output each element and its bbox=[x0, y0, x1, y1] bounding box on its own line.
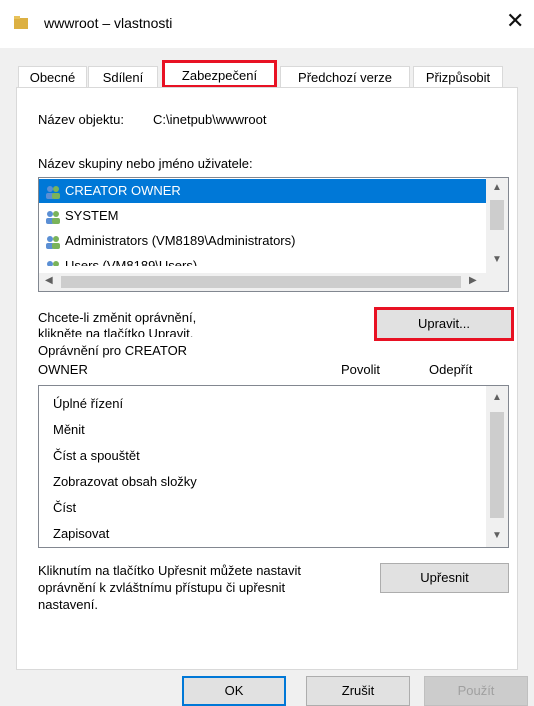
close-icon[interactable]: ✕ bbox=[506, 10, 524, 32]
advanced-hint-line2: oprávnění k zvláštnímu přístupu či upřes… bbox=[38, 580, 286, 595]
scroll-left-icon[interactable]: ◀ bbox=[45, 275, 53, 286]
tab-security[interactable]: Zabezpečení bbox=[162, 60, 277, 88]
list-item[interactable]: CREATOR OWNER bbox=[39, 179, 486, 203]
group-name: CREATOR OWNER bbox=[65, 183, 181, 198]
edit-hint-line2: klikněte na tlačítko Upravit. bbox=[38, 326, 194, 337]
permission-row: Měnit bbox=[53, 422, 85, 437]
deny-column-header: Odepřít bbox=[429, 362, 473, 377]
group-name: Administrators (VM8189\Administrators) bbox=[65, 233, 296, 248]
advanced-hint-line1: Kliknutím na tlačítko Upřesnit můžete na… bbox=[38, 563, 302, 578]
ok-button[interactable]: OK bbox=[182, 676, 286, 706]
edit-hint-line1: Chcete-li změnit oprávnění, bbox=[38, 310, 197, 325]
allow-column-header: Povolit bbox=[341, 362, 381, 377]
vertical-scrollbar[interactable]: ▲ ▼ bbox=[486, 386, 508, 547]
object-name-value: C:\inetpub\wwwroot bbox=[153, 112, 267, 127]
users-icon bbox=[47, 260, 59, 266]
group-name: Users (VM8189\Users) bbox=[65, 258, 198, 266]
tab-general[interactable]: Obecné bbox=[18, 66, 87, 88]
tab-previous-versions[interactable]: Předchozí verze bbox=[280, 66, 410, 88]
edit-button[interactable]: Upravit... bbox=[374, 307, 514, 341]
advanced-button[interactable]: Upřesnit bbox=[380, 563, 509, 593]
scroll-thumb[interactable] bbox=[490, 200, 504, 230]
users-icon bbox=[46, 185, 60, 199]
horizontal-scrollbar[interactable]: ◀ ▶ bbox=[39, 273, 508, 291]
scroll-thumb[interactable] bbox=[61, 276, 461, 288]
permission-row: Zobrazovat obsah složky bbox=[53, 474, 197, 489]
permissions-label-line1: Oprávnění pro CREATOR bbox=[38, 343, 188, 358]
users-icon bbox=[46, 235, 60, 249]
vertical-scrollbar[interactable]: ▲ ▼ bbox=[486, 178, 508, 273]
scroll-down-icon[interactable]: ▼ bbox=[486, 254, 508, 265]
scroll-down-icon[interactable]: ▼ bbox=[486, 530, 508, 541]
window-title: wwwroot – vlastnosti bbox=[44, 15, 173, 31]
permission-row: Číst bbox=[53, 500, 77, 515]
object-name-label: Název objektu: bbox=[38, 112, 124, 127]
group-name: SYSTEM bbox=[65, 208, 119, 223]
permissions-listbox[interactable]: Úplné řízení Měnit Číst a spouštět Zobra… bbox=[38, 385, 509, 548]
group-listbox[interactable]: CREATOR OWNER SYSTEM Administrators (VM8… bbox=[38, 177, 509, 292]
apply-button[interactable]: Použít bbox=[424, 676, 528, 706]
cancel-button[interactable]: Zrušit bbox=[306, 676, 410, 706]
title-bar: wwwroot – vlastnosti ✕ bbox=[0, 0, 534, 48]
users-icon bbox=[46, 210, 60, 224]
permissions-label-line2: OWNER bbox=[38, 362, 88, 377]
list-item[interactable]: Administrators (VM8189\Administrators) bbox=[39, 229, 295, 253]
scroll-right-icon[interactable]: ▶ bbox=[469, 275, 477, 286]
folder-icon bbox=[14, 16, 28, 29]
scroll-up-icon[interactable]: ▲ bbox=[486, 392, 508, 403]
scroll-up-icon[interactable]: ▲ bbox=[486, 182, 508, 193]
permission-row: Úplné řízení bbox=[53, 396, 124, 411]
scroll-thumb[interactable] bbox=[490, 412, 504, 518]
tab-sharing[interactable]: Sdílení bbox=[88, 66, 158, 88]
permission-row: Číst a spouštět bbox=[53, 448, 140, 463]
group-list-label: Název skupiny nebo jméno uživatele: bbox=[38, 156, 253, 171]
permission-row: Zapisovat bbox=[53, 526, 110, 541]
advanced-hint-line3: nastavení. bbox=[38, 597, 98, 612]
list-item[interactable]: SYSTEM bbox=[39, 204, 118, 228]
tab-customize[interactable]: Přizpůsobit bbox=[413, 66, 503, 88]
list-item[interactable]: Users (VM8189\Users) bbox=[39, 254, 197, 266]
